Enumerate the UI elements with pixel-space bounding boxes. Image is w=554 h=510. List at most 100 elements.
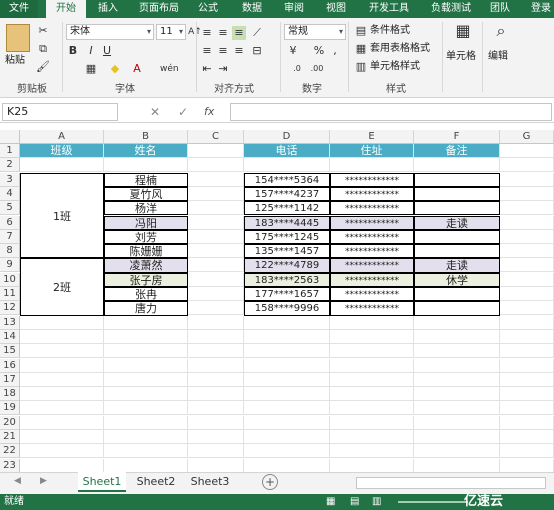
select-all-corner[interactable] (0, 130, 20, 144)
grid-cell[interactable] (244, 344, 330, 359)
grid-cell[interactable] (188, 158, 244, 173)
edit-button[interactable]: 编辑 (488, 50, 508, 64)
address-cell[interactable]: ************ (330, 301, 414, 316)
row-header[interactable]: 18 (0, 387, 20, 402)
grid-cell[interactable] (188, 287, 244, 301)
grid-cell[interactable] (188, 144, 244, 158)
grid-cell[interactable] (500, 358, 554, 373)
row-header[interactable]: 11 (0, 287, 20, 301)
currency-icon[interactable]: ¥ (286, 44, 300, 58)
grid-cell[interactable] (244, 415, 330, 430)
cells-button[interactable]: 单元格 (446, 50, 476, 64)
note-cell[interactable] (414, 301, 500, 316)
address-cell[interactable]: ************ (330, 186, 414, 202)
grid-cell[interactable] (330, 358, 414, 373)
grid-cell[interactable] (104, 415, 188, 430)
row-header[interactable]: 17 (0, 372, 20, 387)
row-header[interactable]: 10 (0, 272, 20, 287)
note-cell[interactable]: 休学 (414, 272, 500, 287)
name-cell[interactable]: 张子房 (104, 272, 188, 287)
grid-cell[interactable] (244, 315, 330, 330)
align-center-icon[interactable]: ≡ (216, 44, 230, 58)
grid-cell[interactable] (500, 315, 554, 330)
class-cell[interactable]: 1班 (20, 172, 104, 259)
row-header[interactable]: 12 (0, 301, 20, 316)
grid-cell[interactable] (188, 258, 244, 273)
grid-cell[interactable] (244, 358, 330, 373)
grid-cell[interactable] (188, 358, 244, 373)
address-cell[interactable]: ************ (330, 215, 414, 230)
grid-cell[interactable] (244, 430, 330, 444)
grid-cell[interactable] (20, 458, 104, 473)
grid-cell[interactable] (414, 444, 500, 459)
grid-cell[interactable] (188, 387, 244, 402)
grid-cell[interactable] (20, 344, 104, 359)
cut-icon[interactable]: ✂ (36, 24, 50, 38)
grid-cell[interactable] (188, 401, 244, 416)
tab-file[interactable]: 文件 (0, 0, 38, 18)
grid-cell[interactable] (20, 401, 104, 416)
phonetic-icon[interactable]: wén (160, 62, 179, 76)
grid-cell[interactable] (20, 444, 104, 459)
grid-cell[interactable] (500, 144, 554, 158)
phone-cell[interactable]: 183****2563 (244, 272, 330, 287)
grid-cell[interactable] (104, 329, 188, 344)
grid-cell[interactable] (414, 387, 500, 402)
grid-cell[interactable] (500, 372, 554, 387)
grid-cell[interactable] (414, 415, 500, 430)
grid-cell[interactable] (500, 272, 554, 287)
fill-color-icon[interactable]: ◆ (108, 62, 122, 76)
align-bottom-icon[interactable]: ≡ (232, 26, 246, 40)
align-top-icon[interactable]: ≡ (200, 26, 214, 40)
grid-cell[interactable] (500, 401, 554, 416)
borders-icon[interactable]: ▦ (84, 62, 98, 76)
grid-cell[interactable] (330, 329, 414, 344)
row-header[interactable]: 3 (0, 172, 20, 187)
name-cell[interactable]: 凌萧然 (104, 258, 188, 273)
note-cell[interactable] (414, 172, 500, 187)
row-header[interactable]: 4 (0, 186, 20, 201)
note-cell[interactable] (414, 244, 500, 259)
align-middle-icon[interactable]: ≡ (216, 26, 230, 40)
tab-load-test[interactable]: 负载测试 (424, 0, 478, 18)
font-color-icon[interactable]: A (130, 62, 144, 76)
phone-cell[interactable]: 135****1457 (244, 244, 330, 259)
sheet-tab-sheet3[interactable]: Sheet3 (186, 472, 234, 492)
formula-input[interactable] (230, 103, 552, 121)
phone-cell[interactable]: 175****1245 (244, 229, 330, 245)
phone-cell[interactable]: 177****1657 (244, 287, 330, 302)
grid-cell[interactable] (188, 301, 244, 316)
grid-cell[interactable] (20, 387, 104, 402)
column-header[interactable]: D (244, 130, 330, 144)
row-header[interactable]: 1 (0, 144, 20, 158)
tab-page-layout[interactable]: 页面布局 (132, 0, 186, 18)
grid-cell[interactable] (188, 415, 244, 430)
grid-cell[interactable] (244, 458, 330, 473)
tab-formulas[interactable]: 公式 (192, 0, 224, 18)
tab-review[interactable]: 审阅 (278, 0, 310, 18)
grid-cell[interactable] (414, 329, 500, 344)
grid-cell[interactable] (20, 358, 104, 373)
grid-cell[interactable] (188, 372, 244, 387)
phone-cell[interactable]: 154****5364 (244, 172, 330, 187)
grid-cell[interactable] (188, 186, 244, 201)
grid-cell[interactable] (188, 430, 244, 444)
grid-cell[interactable] (104, 430, 188, 444)
row-header[interactable]: 13 (0, 315, 20, 330)
grid-cell[interactable] (500, 444, 554, 459)
column-header[interactable]: G (500, 130, 554, 144)
name-cell[interactable]: 张冉 (104, 287, 188, 302)
grid-cell[interactable] (188, 244, 244, 259)
name-cell[interactable]: 冯阳 (104, 215, 188, 230)
row-header[interactable]: 23 (0, 458, 20, 473)
grid-cell[interactable] (500, 158, 554, 173)
grid-cell[interactable] (500, 344, 554, 359)
row-header[interactable]: 19 (0, 401, 20, 416)
grid-cell[interactable] (414, 458, 500, 473)
header-cell-note[interactable]: 备注 (414, 144, 500, 159)
grid-cell[interactable] (500, 458, 554, 473)
grid-cell[interactable] (104, 315, 188, 330)
tab-login[interactable]: 登录 (526, 0, 554, 18)
horizontal-scrollbar[interactable] (356, 477, 546, 489)
grid-cell[interactable] (500, 387, 554, 402)
